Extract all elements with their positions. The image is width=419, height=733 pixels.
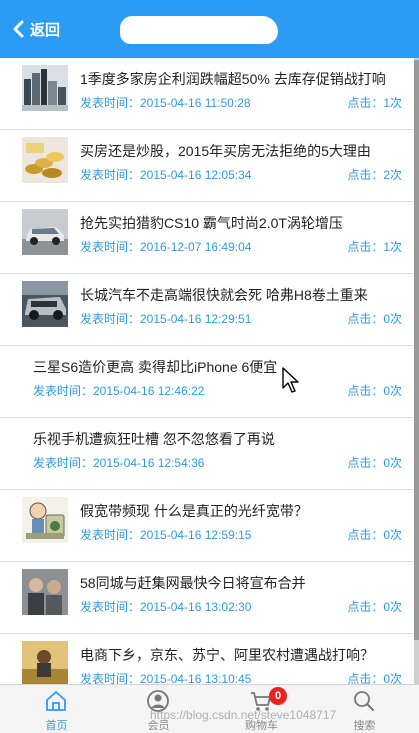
article-meta: 发表时间：2015-04-16 11:50:28 点击：1次 (80, 94, 402, 110)
click-count: 点击：2次 (347, 168, 402, 182)
nav-search[interactable]: 搜索 (312, 685, 417, 733)
user-icon (147, 690, 169, 712)
cartoon-money-thumbnail (22, 497, 68, 543)
article-title[interactable]: 三星S6造价更高 卖得却比iPhone 6便宜 (33, 357, 406, 377)
click-count: 点击：0次 (347, 528, 402, 542)
click-count: 点击：0次 (347, 672, 402, 684)
cart-badge: 0 (269, 687, 287, 705)
click-count: 点击：0次 (347, 456, 402, 470)
article-title[interactable]: 抢先实拍猎豹CS10 霸气时尚2.0T涡轮增压 (80, 213, 406, 233)
article-title[interactable]: 买房还是炒股，2015年买房无法拒绝的5大理由 (80, 141, 406, 161)
publish-time: 发表时间：2015-04-16 12:05:34 (80, 168, 252, 182)
car-thumbnail (22, 281, 68, 327)
buildings-thumbnail (22, 65, 68, 111)
click-count: 点击：0次 (347, 600, 402, 614)
article-title[interactable]: 电商下乡，京东、苏宁、阿里农村遭遇战打响？ (80, 645, 406, 665)
nav-home-label: 首页 (45, 720, 68, 732)
publish-time: 发表时间：2016-12-07 16:49:04 (80, 240, 252, 254)
suv-thumbnail (22, 209, 68, 255)
redacted-title (120, 16, 278, 44)
publish-time: 发表时间：2015-04-16 13:02:30 (80, 600, 252, 614)
article-meta: 发表时间：2015-04-16 12:54:36 点击：0次 (33, 454, 402, 470)
scrollbar-thumb[interactable] (414, 60, 419, 640)
coins-thumbnail (22, 137, 68, 183)
farmer-thumbnail (22, 641, 68, 684)
nav-member[interactable]: 会员 (106, 685, 211, 733)
article-list[interactable]: 1季度多家房企利润跌幅超50% 去库存促销战打响 发表时间：2015-04-16… (0, 58, 414, 684)
article-title[interactable]: 长城汽车不走高端很快就会死 哈弗H8卷土重来 (80, 285, 406, 305)
article-title[interactable]: 假宽带频现 什么是真正的光纤宽带？ (80, 501, 406, 521)
publish-time: 发表时间：2015-04-16 12:46:22 (33, 384, 205, 398)
click-count: 点击：0次 (347, 312, 402, 326)
article-title[interactable]: 乐视手机遭疯狂吐槽 忽不忽悠看了再说 (33, 429, 406, 449)
article-meta: 发表时间：2015-04-16 12:46:22 点击：0次 (33, 382, 402, 398)
article-item[interactable]: 58同城与赶集网最快今日将宣布合并 发表时间：2015-04-16 13:02:… (0, 562, 414, 634)
article-item[interactable]: 抢先实拍猎豹CS10 霸气时尚2.0T涡轮增压 发表时间：2016-12-07 … (0, 202, 414, 274)
nav-cart[interactable]: 0 购物车 (209, 685, 314, 733)
article-meta: 发表时间：2015-04-16 12:05:34 点击：2次 (80, 166, 402, 182)
article-title[interactable]: 58同城与赶集网最快今日将宣布合并 (80, 573, 406, 593)
article-meta: 发表时间：2016-12-07 16:49:04 点击：1次 (80, 238, 402, 254)
publish-time: 发表时间：2015-04-16 11:50:28 (80, 96, 251, 110)
back-label: 返回 (30, 21, 61, 39)
publish-time: 发表时间：2015-04-16 13:10:45 (80, 672, 252, 684)
chevron-left-icon (13, 20, 24, 38)
top-bar: 返回 (0, 0, 419, 58)
nav-home[interactable]: 首页 (4, 685, 109, 733)
mouse-cursor-icon (282, 367, 299, 393)
bottom-nav-bar: 首页 会员 0 购物车 搜索 (0, 684, 419, 733)
publish-time: 发表时间：2015-04-16 12:54:36 (33, 456, 205, 470)
article-item[interactable]: 长城汽车不走高端很快就会死 哈弗H8卷土重来 发表时间：2015-04-16 1… (0, 274, 414, 346)
nav-member-label: 会员 (147, 720, 170, 732)
click-count: 点击：1次 (347, 96, 402, 110)
article-item[interactable]: 买房还是炒股，2015年买房无法拒绝的5大理由 发表时间：2015-04-16 … (0, 130, 414, 202)
article-item[interactable]: 假宽带频现 什么是真正的光纤宽带？ 发表时间：2015-04-16 12:59:… (0, 490, 414, 562)
back-button[interactable]: 返回 (12, 16, 60, 42)
publish-time: 发表时间：2015-04-16 12:29:51 (80, 312, 252, 326)
publish-time: 发表时间：2015-04-16 12:59:15 (80, 528, 252, 542)
nav-search-label: 搜索 (353, 720, 376, 732)
article-item[interactable]: 1季度多家房企利润跌幅超50% 去库存促销战打响 发表时间：2015-04-16… (0, 58, 414, 130)
article-meta: 发表时间：2015-04-16 13:02:30 点击：0次 (80, 598, 402, 614)
article-meta: 发表时间：2015-04-16 12:29:51 点击：0次 (80, 310, 402, 326)
click-count: 点击：0次 (347, 384, 402, 398)
article-item[interactable]: 乐视手机遭疯狂吐槽 忽不忽悠看了再说 发表时间：2015-04-16 12:54… (0, 418, 414, 490)
article-item[interactable]: 电商下乡，京东、苏宁、阿里农村遭遇战打响？ 发表时间：2015-04-16 13… (0, 634, 414, 684)
article-item[interactable]: 三星S6造价更高 卖得却比iPhone 6便宜 发表时间：2015-04-16 … (0, 346, 414, 418)
home-icon (46, 691, 66, 711)
nav-cart-label: 购物车 (245, 720, 278, 732)
article-meta: 发表时间：2015-04-16 13:10:45 点击：0次 (80, 670, 402, 684)
search-icon (354, 691, 374, 711)
people-thumbnail (22, 569, 68, 615)
article-meta: 发表时间：2015-04-16 12:59:15 点击：0次 (80, 526, 402, 542)
click-count: 点击：1次 (347, 240, 402, 254)
article-title[interactable]: 1季度多家房企利润跌幅超50% 去库存促销战打响 (80, 69, 406, 89)
